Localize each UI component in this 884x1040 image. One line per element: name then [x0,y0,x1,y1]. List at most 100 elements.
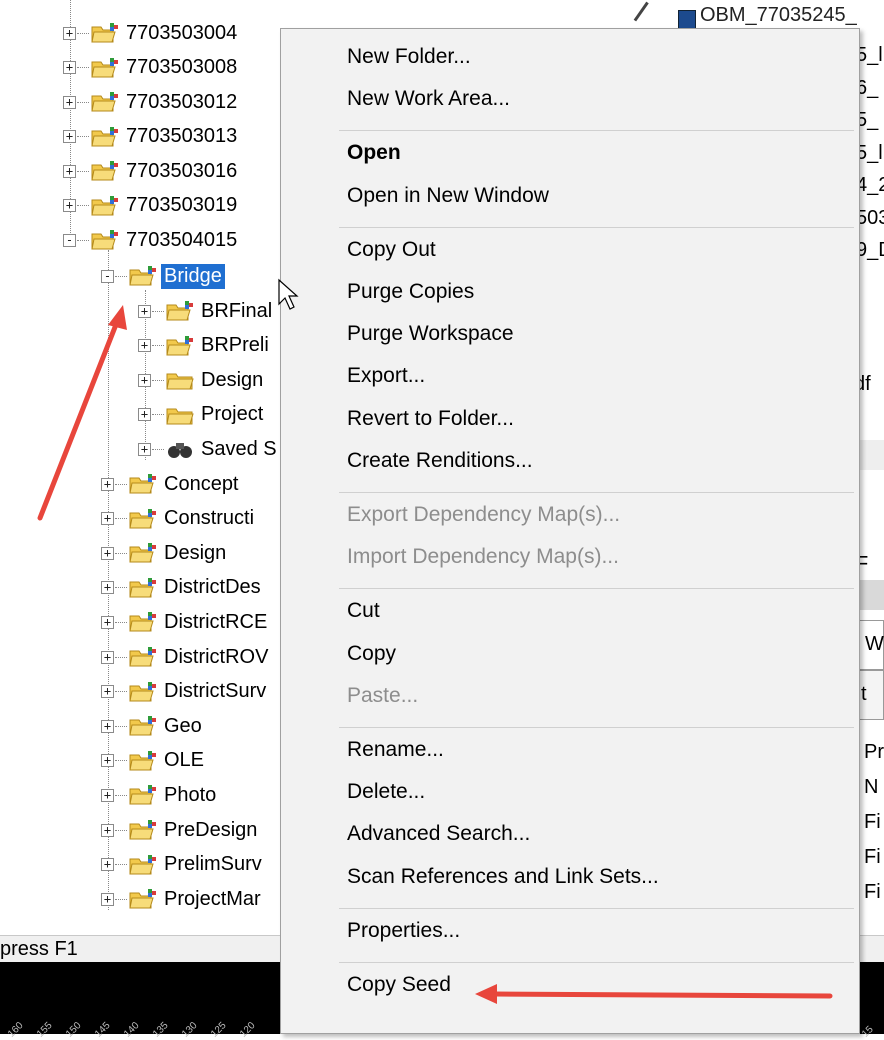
tree-item-label[interactable]: BRPreli [198,333,272,358]
tree-item-project[interactable]: +7703503019 [63,189,240,223]
tree-item-project[interactable]: +7703503016 [63,154,240,188]
tree-item-label[interactable]: 7703503019 [123,193,240,218]
tree-item-label[interactable]: 7703503004 [123,21,240,46]
tree-item-label[interactable]: DistrictDes [161,575,264,600]
menu-item-copy[interactable]: Copy [347,642,396,666]
expand-toggle-icon[interactable]: + [101,823,114,837]
tree-item-label[interactable]: 7703503008 [123,55,240,80]
expand-toggle-icon[interactable]: + [101,512,114,526]
menu-item-delete[interactable]: Delete... [347,780,425,804]
tree-item-label[interactable]: Constructi [161,506,257,531]
tree-item-folder[interactable]: + Geo [101,709,205,743]
tree-item-folder[interactable]: + ProjectMar [101,882,264,916]
tree-item-subfolder[interactable]: + BRPreli [138,329,272,363]
expand-toggle-icon[interactable]: + [101,858,114,872]
tree-item-label[interactable]: Design [198,368,266,393]
tree-item-folder[interactable]: + OLE [101,744,207,778]
menu-item-copy-seed[interactable]: Copy Seed [347,973,451,997]
tree-item-folder[interactable]: + DistrictDes [101,571,264,605]
menu-item-copy-out[interactable]: Copy Out [347,238,436,262]
tree-item-label[interactable]: Bridge [161,263,225,289]
tree-item-label[interactable]: DistrictROV [161,645,271,670]
tree-item-subfolder[interactable]: + BRFinal [138,294,275,328]
tree-item-project[interactable]: +7703503012 [63,85,240,119]
tree-item-folder[interactable]: + Design [101,536,229,570]
tree-item-project[interactable]: +7703503004 [63,16,240,50]
expand-toggle-icon[interactable]: + [63,164,76,178]
menu-item-export[interactable]: Export... [347,364,425,388]
tree-item-project[interactable]: +7703503008 [63,51,240,85]
column-header[interactable]: t [858,670,884,720]
menu-item-open-in-new-window[interactable]: Open in New Window [347,184,549,208]
menu-item-purge-copies[interactable]: Purge Copies [347,280,474,304]
tree-item-folder[interactable]: + PrelimSurv [101,848,265,882]
expand-toggle-icon[interactable]: + [101,754,114,768]
column-header[interactable]: W [858,620,884,670]
tree-item-label[interactable]: Photo [161,783,219,808]
document-name[interactable]: OBM_77035245_ [700,4,857,27]
tree-item-subfolder[interactable]: + Project [138,398,266,432]
expand-toggle-icon[interactable]: + [101,788,114,802]
tree-item-label[interactable]: Saved S [198,437,280,462]
tree-item-folder[interactable]: + PreDesign [101,813,260,847]
property-row-fragment[interactable]: Fi [864,811,881,834]
tree-item-label[interactable]: DistrictRCE [161,610,270,635]
menu-item-create-renditions[interactable]: Create Renditions... [347,449,533,473]
expand-toggle-icon[interactable]: + [138,339,151,352]
tree-item-label[interactable]: PreDesign [161,818,260,843]
tree-item-project[interactable]: +7703503013 [63,120,240,154]
expand-toggle-icon[interactable]: + [101,581,114,595]
menu-item-advanced-search[interactable]: Advanced Search... [347,822,530,846]
tree-item-folder[interactable]: + DistrictROV [101,640,271,674]
expand-toggle-icon[interactable]: + [138,304,151,318]
tree-item-subfolder[interactable]: + Saved S [138,432,280,466]
tree-item-subfolder[interactable]: + Design [138,363,266,397]
tree-item-label[interactable]: 7703503012 [123,90,240,115]
document-name-fragment[interactable]: 5_l [856,44,883,67]
expand-toggle-icon[interactable]: + [138,442,151,456]
expand-toggle-icon[interactable]: + [101,546,114,560]
tree-item-label[interactable]: BRFinal [198,299,275,324]
expand-toggle-icon[interactable]: + [63,130,76,143]
document-name-fragment[interactable]: 4_2 [856,174,884,197]
expand-toggle-icon[interactable]: + [101,719,114,733]
tree-item-folder[interactable]: + Constructi [101,502,257,536]
tree-item-label[interactable]: Project [198,402,266,427]
expand-toggle-icon[interactable]: + [63,26,76,40]
menu-item-new-folder[interactable]: New Folder... [347,45,471,69]
property-row-fragment[interactable]: N [864,776,878,799]
tree-item-folder[interactable]: + DistrictRCE [101,605,270,639]
tree-item-folder[interactable]: + Photo [101,778,219,812]
tree-item-label[interactable]: ProjectMar [161,887,264,912]
tree-item-project[interactable]: - 7703504015 [63,223,240,257]
tree-item-label[interactable]: Geo [161,714,205,739]
document-name-fragment[interactable]: 9_D [856,239,884,262]
menu-item-properties[interactable]: Properties... [347,919,460,943]
expand-toggle-icon[interactable]: + [138,373,151,387]
property-row-fragment[interactable]: Fi [864,881,881,904]
collapse-toggle-icon[interactable]: - [101,269,114,283]
tree-item-label[interactable]: 7703504015 [123,228,240,253]
menu-item-new-work-area[interactable]: New Work Area... [347,87,510,111]
menu-item-purge-workspace[interactable]: Purge Workspace [347,322,514,346]
expand-toggle-icon[interactable]: + [101,892,114,906]
menu-item-scan-references-and-link-sets[interactable]: Scan References and Link Sets... [347,865,659,889]
property-row-fragment[interactable]: Fi [864,846,881,869]
tree-item-label[interactable]: OLE [161,748,207,773]
property-row-fragment[interactable]: Pr [864,741,884,764]
collapse-toggle-icon[interactable]: - [63,233,76,247]
expand-toggle-icon[interactable]: + [138,408,151,421]
menu-item-cut[interactable]: Cut [347,599,380,623]
tree-item-label[interactable]: DistrictSurv [161,679,269,704]
tree-item-label[interactable]: Concept [161,472,242,497]
tree-item-label[interactable]: PrelimSurv [161,852,265,877]
tree-item-label[interactable]: Design [161,541,229,566]
tree-item-label[interactable]: 7703503013 [123,124,240,149]
tree-item-bridge[interactable]: - Bridge [101,259,225,293]
expand-toggle-icon[interactable]: + [101,477,114,491]
expand-toggle-icon[interactable]: + [63,199,76,212]
menu-item-open[interactable]: Open [347,141,401,165]
document-name-fragment[interactable]: 5_l [856,142,883,165]
expand-toggle-icon[interactable]: + [63,95,76,109]
expand-toggle-icon[interactable]: + [63,61,76,74]
